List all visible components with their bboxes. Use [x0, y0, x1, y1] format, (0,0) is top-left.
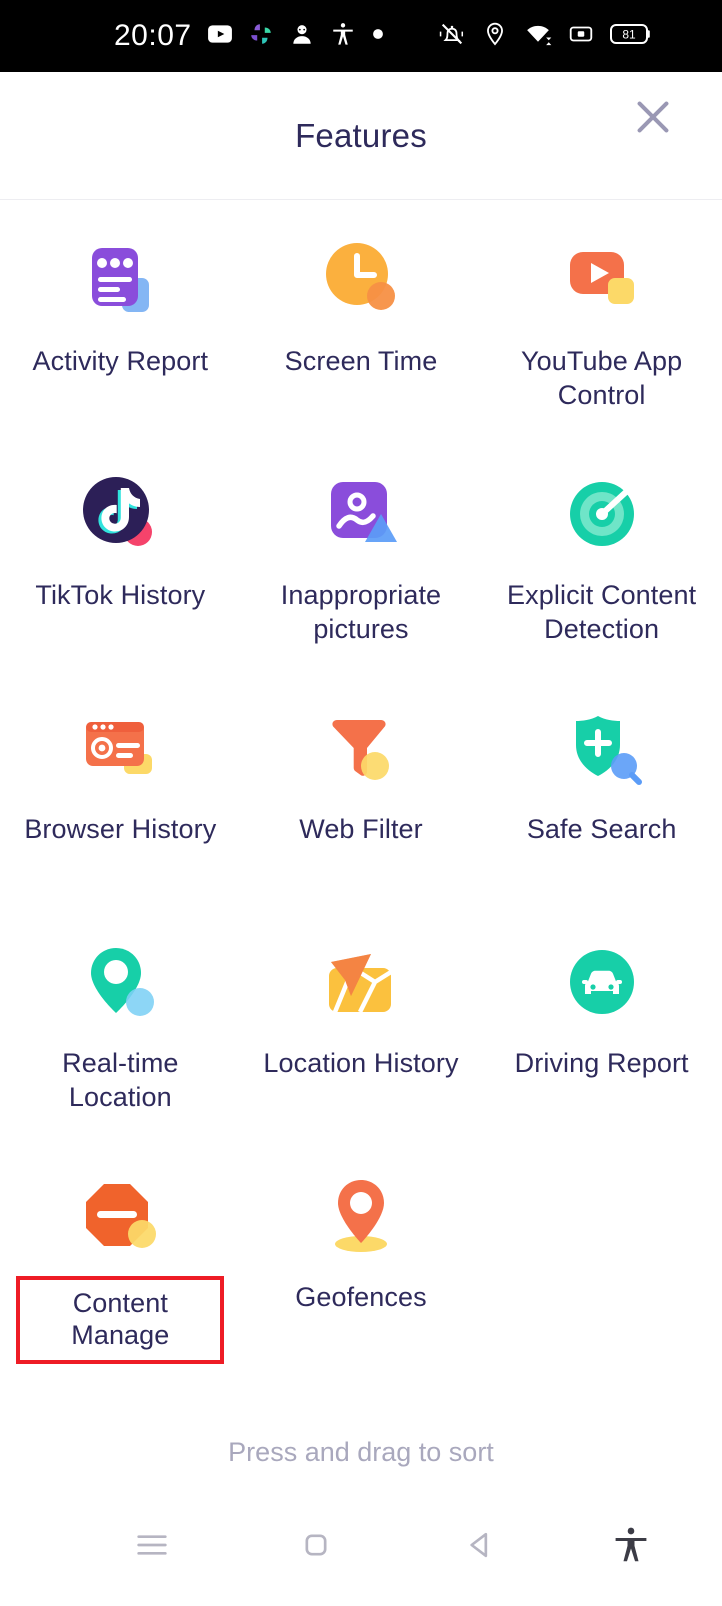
feature-geofences[interactable]: Geofences — [241, 1152, 482, 1386]
features-grid: Activity Report Screen Time YouTube App … — [0, 200, 722, 1437]
feature-label: Geofences — [295, 1282, 427, 1312]
sort-hint-text: Press and drag to sort — [228, 1437, 494, 1467]
feature-youtube-app-control[interactable]: YouTube App Control — [481, 216, 722, 450]
battery-level-text: 81 — [622, 27, 636, 41]
feature-label: Web Filter — [299, 814, 423, 844]
feature-inappropriate-pictures[interactable]: Inappropriate pictures — [241, 450, 482, 684]
status-bar-clock: 20:07 — [114, 19, 192, 52]
feature-label: Safe Search — [526, 814, 677, 844]
content-manage-icon — [72, 1168, 168, 1264]
feature-explicit-content-detection[interactable]: Explicit Content Detection — [481, 450, 722, 684]
page-title: Features — [295, 116, 427, 154]
feature-activity-report[interactable]: Activity Report — [0, 216, 241, 450]
browser-history-icon — [72, 700, 168, 796]
feature-label: Inappropriate pictures — [280, 580, 442, 644]
feature-label: Explicit Content Detection — [507, 580, 697, 644]
feature-label-highlighted: Content Manage — [16, 1276, 225, 1364]
feature-label: TikTok History — [35, 580, 206, 610]
location-history-icon — [313, 934, 409, 1030]
google-photos-icon — [248, 21, 274, 52]
real-time-location-icon — [72, 934, 168, 1030]
explicit-content-detection-icon — [554, 466, 650, 562]
sim-card-icon — [568, 21, 594, 52]
location-icon — [482, 21, 508, 52]
feature-label: Real-time Location — [62, 1048, 179, 1112]
dialog-header: Features — [0, 72, 722, 200]
close-icon[interactable] — [630, 94, 676, 140]
status-bar: 20:07 81 — [0, 0, 722, 72]
accessibility-icon[interactable] — [562, 1524, 652, 1566]
youtube-app-control-icon — [554, 232, 650, 328]
feature-safe-search[interactable]: Safe Search — [481, 684, 722, 918]
safe-search-icon — [554, 700, 650, 796]
battery-icon: 81 — [610, 22, 652, 51]
feature-location-history[interactable]: Location History — [241, 918, 482, 1152]
web-filter-icon — [313, 700, 409, 796]
feature-screen-time[interactable]: Screen Time — [241, 216, 482, 450]
feature-label: Driving Report — [514, 1048, 689, 1078]
activity-report-icon — [72, 232, 168, 328]
accessibility-icon — [330, 21, 356, 52]
wifi-icon — [524, 20, 552, 53]
status-bar-left: 20:07 — [114, 19, 385, 53]
phone-screen: 20:07 81 Features Activity Report Screen… — [0, 0, 722, 1606]
inappropriate-pictures-icon — [313, 466, 409, 562]
feature-label: Screen Time — [284, 346, 438, 376]
feature-tiktok-history[interactable]: TikTok History — [0, 450, 241, 684]
ringer-vibrate-off-icon — [438, 20, 466, 53]
feature-label: Activity Report — [32, 346, 209, 376]
feature-browser-history[interactable]: Browser History — [0, 684, 241, 918]
screen-time-icon — [313, 232, 409, 328]
menu-icon[interactable] — [70, 1525, 234, 1565]
feature-label: Browser History — [24, 814, 217, 844]
feature-label: YouTube App Control — [521, 346, 683, 410]
geofences-icon — [313, 1168, 409, 1264]
feature-web-filter[interactable]: Web Filter — [241, 684, 482, 918]
feature-driving-report[interactable]: Driving Report — [481, 918, 722, 1152]
dot-icon — [371, 27, 385, 46]
feature-real-time-location[interactable]: Real-time Location — [0, 918, 241, 1152]
status-bar-right: 81 — [438, 20, 652, 53]
tiktok-history-icon — [72, 466, 168, 562]
back-triangle-icon[interactable] — [398, 1525, 562, 1565]
contact-avatar-icon — [289, 21, 315, 52]
driving-report-icon — [554, 934, 650, 1030]
feature-label: Location History — [263, 1048, 459, 1078]
home-square-icon[interactable] — [234, 1525, 398, 1565]
system-nav-bar — [0, 1494, 722, 1606]
feature-content-manage[interactable]: Content Manage — [0, 1152, 241, 1386]
youtube-icon — [207, 21, 233, 52]
